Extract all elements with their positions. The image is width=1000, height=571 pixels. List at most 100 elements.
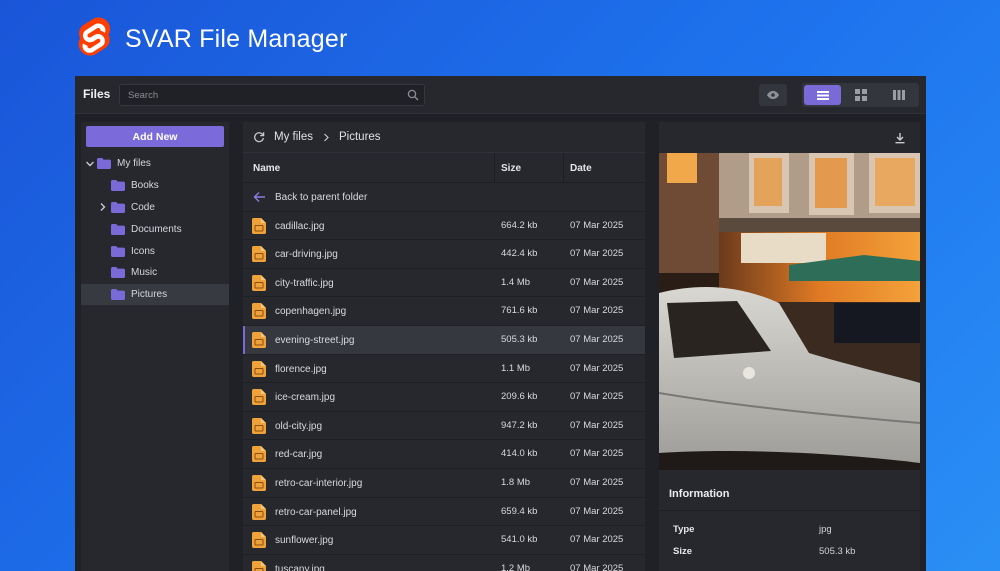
tree-item-label: Books — [131, 180, 159, 191]
file-name: florence.jpg — [275, 363, 327, 375]
add-new-button[interactable]: Add New — [86, 126, 224, 147]
file-date: 07 Mar 2025 — [570, 562, 624, 571]
tree-item-books[interactable]: Books — [81, 175, 229, 196]
column-header-name[interactable]: Name — [253, 163, 280, 174]
file-date: 07 Mar 2025 — [570, 219, 624, 231]
file-size: 664.2 kb — [501, 219, 538, 231]
table-row[interactable]: retro-car-panel.jpg 659.4 kb 07 Mar 2025 — [243, 498, 645, 527]
file-name: city-traffic.jpg — [275, 277, 334, 289]
table-row[interactable]: city-traffic.jpg 1.4 Mb 07 Mar 2025 — [243, 269, 645, 298]
table-header: Name Size Date — [243, 153, 645, 183]
table-row[interactable]: car-driving.jpg 442.4 kb 07 Mar 2025 — [243, 240, 645, 269]
download-icon[interactable] — [894, 132, 906, 144]
file-name: tuscany.jpg — [275, 563, 325, 571]
file-date: 07 Mar 2025 — [570, 477, 624, 488]
file-date: 07 Mar 2025 — [570, 534, 624, 546]
image-file-icon — [252, 332, 266, 348]
file-manager-window: Files Search Add New My files Books Code… — [75, 76, 926, 571]
file-size: 442.4 kb — [501, 248, 538, 260]
search-input[interactable] — [120, 85, 400, 105]
column-divider — [494, 153, 495, 183]
image-file-icon — [252, 303, 266, 320]
file-name: old-city.jpg — [275, 420, 323, 432]
file-size: 209.6 kb — [501, 391, 538, 403]
image-file-icon — [252, 246, 266, 263]
eye-icon — [767, 91, 779, 99]
tree-item-label: My files — [117, 158, 151, 169]
tree-item-label: Music — [131, 267, 158, 278]
image-file-icon — [252, 217, 266, 234]
table-row[interactable]: copenhagen.jpg 761.6 kb 07 Mar 2025 — [243, 297, 645, 326]
image-file-icon — [252, 417, 266, 434]
file-name: cadillac.jpg — [275, 220, 325, 232]
table-row[interactable]: retro-car-interior.jpg 1.8 Mb 07 Mar 2025 — [243, 469, 645, 498]
brand-header: SVAR File Manager — [75, 16, 347, 62]
file-size: 761.6 kb — [501, 305, 538, 317]
preview-toggle-button[interactable] — [759, 84, 787, 106]
file-size: 1.1 Mb — [501, 362, 531, 374]
file-name: car-driving.jpg — [275, 249, 338, 261]
table-view-button[interactable] — [804, 85, 841, 105]
file-size: 505.3 kb — [501, 334, 538, 345]
image-file-icon — [252, 503, 266, 520]
folder-icon — [97, 158, 111, 169]
folder-icon — [111, 267, 125, 278]
refresh-icon[interactable] — [253, 131, 265, 143]
table-row[interactable]: evening-street.jpg 505.3 kb 07 Mar 2025 — [243, 326, 645, 355]
file-name: red-car.jpg — [275, 449, 323, 461]
file-name: retro-car-panel.jpg — [275, 506, 357, 518]
preview-panel: Information Type jpg Size 505.3 kb — [659, 122, 920, 571]
folder-icon — [111, 246, 125, 257]
tree-item-icons[interactable]: Icons — [81, 241, 229, 262]
breadcrumb-item-current[interactable]: Pictures — [339, 131, 381, 143]
breadcrumb-item-root[interactable]: My files — [274, 131, 313, 143]
table-row[interactable]: red-car.jpg 414.0 kb 07 Mar 2025 — [243, 440, 645, 469]
file-date: 07 Mar 2025 — [570, 362, 624, 374]
columns-view-icon — [892, 90, 905, 100]
file-size: 541.0 kb — [501, 534, 538, 546]
tree-item-music[interactable]: Music — [81, 262, 229, 283]
table-row[interactable]: sunflower.jpg 541.0 kb 07 Mar 2025 — [243, 526, 645, 555]
tree-item-pictures[interactable]: Pictures — [81, 284, 229, 305]
column-divider — [563, 153, 564, 183]
table-row[interactable]: tuscany.jpg 1.2 Mb 07 Mar 2025 — [243, 555, 645, 571]
search-icon[interactable] — [407, 89, 419, 101]
image-file-icon — [252, 475, 266, 491]
search-box — [119, 84, 425, 106]
tree-item-my-files[interactable]: My files — [81, 153, 229, 174]
file-name: ice-cream.jpg — [275, 392, 336, 404]
tree-item-label: Documents — [131, 224, 182, 235]
tree-item-code[interactable]: Code — [81, 197, 229, 218]
image-file-icon — [252, 446, 266, 463]
folder-icon — [111, 289, 125, 300]
image-file-icon — [252, 360, 266, 377]
table-row[interactable]: florence.jpg 1.1 Mb 07 Mar 2025 — [243, 355, 645, 384]
file-size: 1.4 Mb — [501, 276, 531, 288]
table-row[interactable]: ice-cream.jpg 209.6 kb 07 Mar 2025 — [243, 383, 645, 412]
column-header-date[interactable]: Date — [570, 163, 592, 174]
file-date: 07 Mar 2025 — [570, 448, 624, 460]
list-view-icon — [816, 90, 829, 100]
folder-icon — [111, 202, 125, 213]
file-size: 414.0 kb — [501, 448, 538, 460]
chevron-right-icon[interactable] — [98, 202, 108, 212]
file-name: retro-car-interior.jpg — [275, 478, 363, 489]
tree-item-documents[interactable]: Documents — [81, 219, 229, 240]
table-row[interactable]: cadillac.jpg 664.2 kb 07 Mar 2025 — [243, 212, 645, 241]
chevron-right-icon — [324, 133, 329, 142]
cards-view-button[interactable] — [842, 85, 879, 105]
column-header-size[interactable]: Size — [501, 163, 521, 174]
arrow-left-icon — [253, 192, 265, 202]
image-file-icon — [252, 532, 266, 549]
brand-title: SVAR File Manager — [125, 24, 348, 53]
back-to-parent-row[interactable]: Back to parent folder — [243, 183, 645, 212]
chevron-down-icon[interactable] — [85, 159, 95, 169]
image-file-icon — [252, 560, 266, 571]
svelte-logo-icon — [78, 17, 111, 56]
file-name: copenhagen.jpg — [275, 306, 347, 318]
split-view-button[interactable] — [880, 85, 917, 105]
table-row[interactable]: old-city.jpg 947.2 kb 07 Mar 2025 — [243, 412, 645, 441]
file-date: 07 Mar 2025 — [570, 419, 624, 431]
info-key: Type — [673, 524, 695, 535]
selection-marker — [243, 326, 245, 354]
